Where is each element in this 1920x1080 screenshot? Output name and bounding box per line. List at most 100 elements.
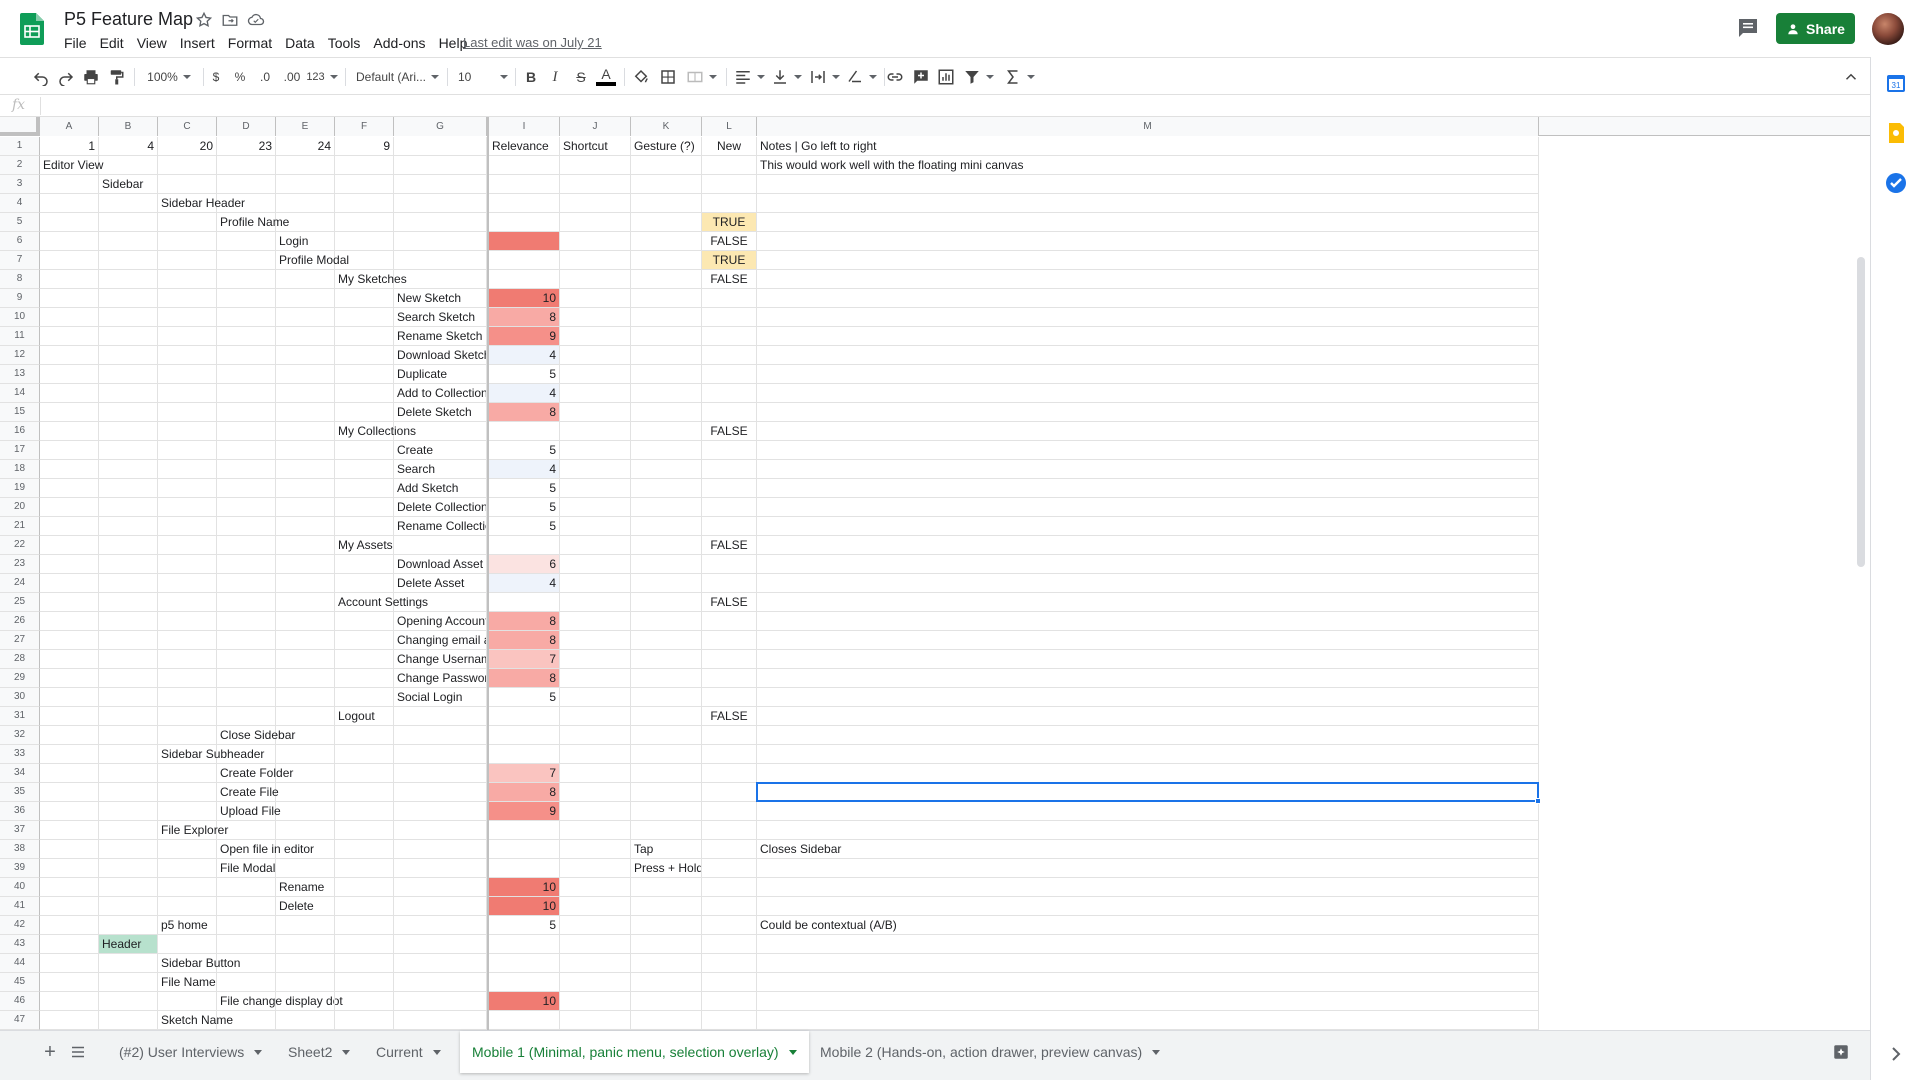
cell-k35[interactable] xyxy=(631,783,702,802)
cell-m26[interactable] xyxy=(757,612,1539,631)
cell-j15[interactable] xyxy=(560,403,631,422)
row-header[interactable]: 5 xyxy=(0,213,40,232)
row-header[interactable]: 27 xyxy=(0,631,40,650)
cell-l9[interactable] xyxy=(702,289,757,308)
cell-c19[interactable] xyxy=(158,479,217,498)
cell-k18[interactable] xyxy=(631,460,702,479)
cell-c3[interactable] xyxy=(158,175,217,194)
cell-m23[interactable] xyxy=(757,555,1539,574)
cell-c32[interactable] xyxy=(158,726,217,745)
menu-tools[interactable]: Tools xyxy=(328,35,369,51)
cell-g41[interactable] xyxy=(394,897,487,916)
cell-f12[interactable] xyxy=(335,346,394,365)
print-icon[interactable] xyxy=(80,66,102,88)
cell-j1[interactable]: Shortcut xyxy=(560,137,631,156)
cell-a25[interactable] xyxy=(40,593,99,612)
cell-e40[interactable]: Rename xyxy=(276,878,335,897)
row-header[interactable]: 28 xyxy=(0,650,40,669)
cell-a34[interactable] xyxy=(40,764,99,783)
cell-m2[interactable]: This would work well with the floating m… xyxy=(757,156,1539,175)
cell-i24[interactable]: 4 xyxy=(489,574,560,593)
cell-l14[interactable] xyxy=(702,384,757,403)
cell-b18[interactable] xyxy=(99,460,158,479)
cell-m17[interactable] xyxy=(757,441,1539,460)
cell-c42[interactable]: p5 home xyxy=(158,916,217,935)
cell-e37[interactable] xyxy=(276,821,335,840)
cell-g18[interactable]: Search xyxy=(394,460,487,479)
cell-i30[interactable]: 5 xyxy=(489,688,560,707)
column-header-e[interactable]: E xyxy=(276,117,335,136)
cell-k8[interactable] xyxy=(631,270,702,289)
cell-a5[interactable] xyxy=(40,213,99,232)
cell-g29[interactable]: Change Passwor xyxy=(394,669,487,688)
cloud-status-icon[interactable] xyxy=(247,11,265,29)
row-header[interactable]: 39 xyxy=(0,859,40,878)
cell-m30[interactable] xyxy=(757,688,1539,707)
row-header[interactable]: 38 xyxy=(0,840,40,859)
cell-g5[interactable] xyxy=(394,213,487,232)
cell-e26[interactable] xyxy=(276,612,335,631)
row-header[interactable]: 36 xyxy=(0,802,40,821)
cell-k21[interactable] xyxy=(631,517,702,536)
cell-b38[interactable] xyxy=(99,840,158,859)
cell-c39[interactable] xyxy=(158,859,217,878)
cell-a2[interactable]: Editor View xyxy=(40,156,103,175)
cell-j2[interactable] xyxy=(560,156,631,175)
cell-d33[interactable] xyxy=(217,745,276,764)
cell-l23[interactable] xyxy=(702,555,757,574)
row-header[interactable]: 46 xyxy=(0,992,40,1011)
cell-e15[interactable] xyxy=(276,403,335,422)
cell-i19[interactable]: 5 xyxy=(489,479,560,498)
cell-e31[interactable] xyxy=(276,707,335,726)
cell-e16[interactable] xyxy=(276,422,335,441)
cell-m22[interactable] xyxy=(757,536,1539,555)
cell-g44[interactable] xyxy=(394,954,487,973)
cell-f35[interactable] xyxy=(335,783,394,802)
vertical-scrollbar[interactable] xyxy=(1857,257,1865,567)
cell-a43[interactable] xyxy=(40,935,99,954)
column-header-b[interactable]: B xyxy=(99,117,158,136)
cell-i10[interactable]: 8 xyxy=(489,308,560,327)
cell-i47[interactable] xyxy=(489,1011,560,1030)
column-header-a[interactable]: A xyxy=(40,117,99,136)
column-header-d[interactable]: D xyxy=(217,117,276,136)
tasks-icon[interactable] xyxy=(1884,171,1908,195)
cell-a13[interactable] xyxy=(40,365,99,384)
row-header[interactable]: 41 xyxy=(0,897,40,916)
select-all-corner[interactable] xyxy=(0,117,40,136)
cell-d23[interactable] xyxy=(217,555,276,574)
cell-a31[interactable] xyxy=(40,707,99,726)
cell-k12[interactable] xyxy=(631,346,702,365)
filter-icon[interactable] xyxy=(962,66,994,88)
cell-f24[interactable] xyxy=(335,574,394,593)
cell-k14[interactable] xyxy=(631,384,702,403)
cell-c16[interactable] xyxy=(158,422,217,441)
cell-j25[interactable] xyxy=(560,593,631,612)
column-header-j[interactable]: J xyxy=(560,117,631,136)
cell-d22[interactable] xyxy=(217,536,276,555)
cell-i8[interactable] xyxy=(489,270,560,289)
cell-k2[interactable] xyxy=(631,156,702,175)
cell-a10[interactable] xyxy=(40,308,99,327)
cell-k44[interactable] xyxy=(631,954,702,973)
cell-d29[interactable] xyxy=(217,669,276,688)
cell-g45[interactable] xyxy=(394,973,487,992)
cell-a26[interactable] xyxy=(40,612,99,631)
cell-d3[interactable] xyxy=(217,175,276,194)
cell-i45[interactable] xyxy=(489,973,560,992)
cell-k13[interactable] xyxy=(631,365,702,384)
cell-a4[interactable] xyxy=(40,194,99,213)
cell-c45[interactable]: File Name xyxy=(158,973,217,992)
cell-k26[interactable] xyxy=(631,612,702,631)
cell-i23[interactable]: 6 xyxy=(489,555,560,574)
cell-k28[interactable] xyxy=(631,650,702,669)
cell-e12[interactable] xyxy=(276,346,335,365)
cell-m3[interactable] xyxy=(757,175,1539,194)
cell-f31[interactable]: Logout xyxy=(335,707,394,726)
cell-e45[interactable] xyxy=(276,973,335,992)
cell-g4[interactable] xyxy=(394,194,487,213)
cell-a6[interactable] xyxy=(40,232,99,251)
cell-g32[interactable] xyxy=(394,726,487,745)
redo-icon[interactable] xyxy=(55,66,77,88)
cell-c1[interactable]: 20 xyxy=(158,137,217,156)
